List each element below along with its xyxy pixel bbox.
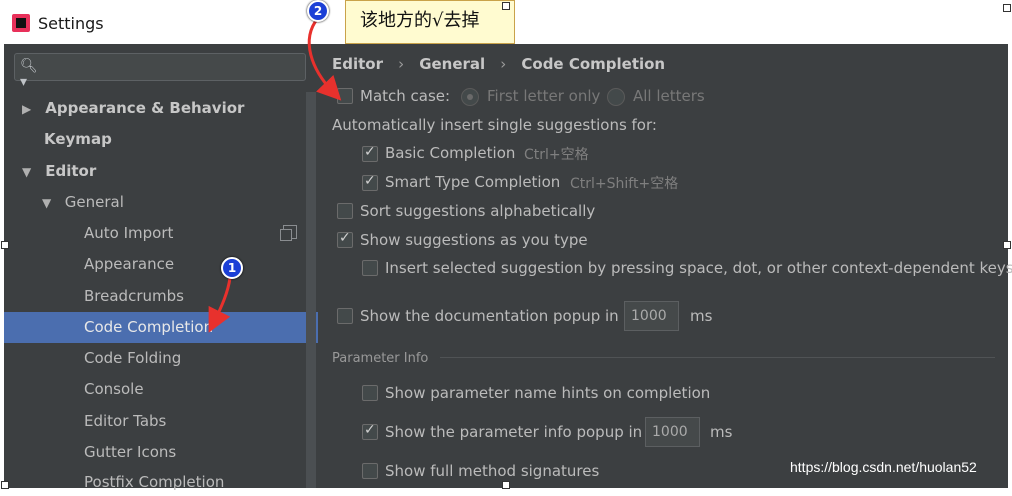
- step-badge-2: 2: [307, 0, 329, 22]
- step-badge-1: 1: [221, 257, 243, 279]
- annotation-arrows: [208, 17, 342, 333]
- watermark-url: https://blog.csdn.net/huolan52: [790, 459, 977, 475]
- callout-arrow-1: [208, 277, 232, 333]
- callout-arrow-2: [307, 17, 342, 101]
